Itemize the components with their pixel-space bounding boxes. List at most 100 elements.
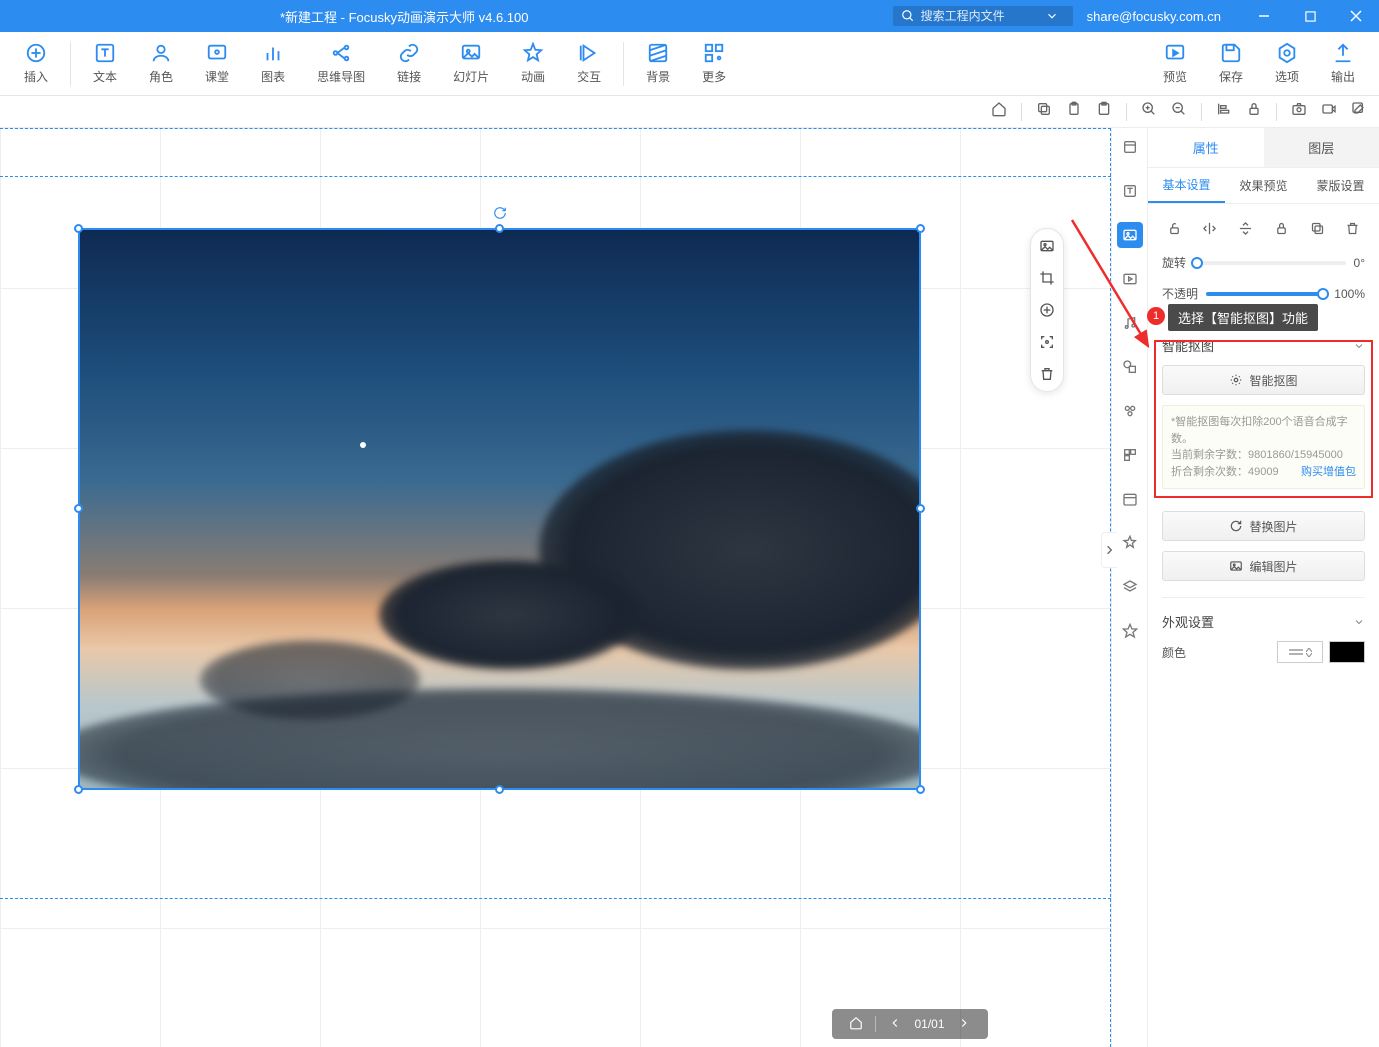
tb-class[interactable]: 课堂 [189, 42, 245, 85]
resize-handle[interactable] [495, 224, 504, 233]
rail-video-icon[interactable] [1117, 266, 1143, 292]
chevron-down-icon[interactable] [1353, 340, 1365, 352]
window-buttons [1241, 0, 1379, 32]
resize-handle[interactable] [74, 785, 83, 794]
expand-tab[interactable] [1101, 532, 1117, 568]
search-box[interactable] [893, 6, 1073, 26]
replace-image-button[interactable]: 替换图片 [1162, 511, 1365, 541]
copy-icon[interactable] [1036, 101, 1052, 122]
edit-image-button[interactable]: 编辑图片 [1162, 551, 1365, 581]
tb-text[interactable]: 文本 [77, 42, 133, 85]
account-email[interactable]: share@focusky.com.cn [1087, 9, 1221, 24]
zoom-in-icon[interactable] [1141, 101, 1157, 122]
rail-favorite-icon[interactable] [1117, 618, 1143, 644]
resize-handle[interactable] [74, 224, 83, 233]
separator [70, 42, 71, 86]
subtab-basic[interactable]: 基本设置 [1148, 168, 1225, 203]
canvas[interactable]: 01/01 [0, 128, 1111, 1047]
main-area: 01/01 属性 图层 基本设置 效果预览 蒙版设置 [0, 128, 1379, 1047]
quick-focus-icon[interactable] [1036, 331, 1058, 353]
rail-effect-icon[interactable] [1117, 530, 1143, 556]
tb-save[interactable]: 保存 [1203, 42, 1259, 85]
minimize-button[interactable] [1241, 0, 1287, 32]
pager-prev-icon[interactable] [888, 1016, 902, 1033]
rail-audio-icon[interactable] [1117, 310, 1143, 336]
quick-toolbar [1030, 228, 1064, 392]
flip-v-icon[interactable] [1234, 216, 1258, 240]
quick-delete-icon[interactable] [1036, 363, 1058, 385]
page-indicator: 01/01 [832, 1009, 988, 1039]
resize-handle[interactable] [916, 224, 925, 233]
smartcut-info: *智能抠图每次扣除200个语音合成字数。 当前剩余字数：9801860/1594… [1162, 405, 1365, 489]
record-icon[interactable] [1321, 101, 1337, 122]
tb-slide[interactable]: 幻灯片 [437, 42, 505, 85]
chevron-down-icon[interactable] [1353, 616, 1365, 628]
annotation-marker: 1 [1147, 307, 1165, 325]
appearance-title: 外观设置 [1162, 612, 1214, 631]
subtab-mask[interactable]: 蒙版设置 [1302, 168, 1379, 203]
rotate-handle[interactable] [493, 206, 507, 220]
tb-preview[interactable]: 预览 [1147, 42, 1203, 85]
paste-icon[interactable] [1096, 101, 1112, 122]
tb-background[interactable]: 背景 [630, 42, 686, 85]
clipboard-icon[interactable] [1066, 101, 1082, 122]
rotation-slider[interactable] [1194, 261, 1346, 265]
canvas-toolbar [0, 96, 1379, 128]
quick-crop-icon[interactable] [1036, 267, 1058, 289]
copy-prop-icon[interactable] [1305, 216, 1329, 240]
delete-prop-icon[interactable] [1341, 216, 1365, 240]
chevron-down-icon[interactable] [1045, 9, 1059, 23]
rail-component-icon[interactable] [1117, 442, 1143, 468]
color-swatch[interactable] [1329, 641, 1365, 663]
tb-insert[interactable]: 插入 [8, 42, 64, 85]
rail-template-icon[interactable] [1117, 134, 1143, 160]
zoom-out-icon[interactable] [1171, 101, 1187, 122]
close-button[interactable] [1333, 0, 1379, 32]
rail-layer-icon[interactable] [1117, 574, 1143, 600]
buy-link[interactable]: 购买增值包 [1301, 464, 1356, 481]
resize-handle[interactable] [916, 785, 925, 794]
quick-image-icon[interactable] [1036, 235, 1058, 257]
rail-group-icon[interactable] [1117, 398, 1143, 424]
tb-interact[interactable]: 交互 [561, 42, 617, 85]
stroke-style-select[interactable] [1277, 641, 1323, 663]
tb-export[interactable]: 输出 [1315, 42, 1371, 85]
tb-more[interactable]: 更多 [686, 42, 742, 85]
rail-text-icon[interactable] [1117, 178, 1143, 204]
align-icon[interactable] [1216, 101, 1232, 122]
tb-link[interactable]: 链接 [381, 42, 437, 85]
rail-date-icon[interactable] [1117, 486, 1143, 512]
resize-handle[interactable] [495, 785, 504, 794]
tab-layers[interactable]: 图层 [1264, 128, 1379, 167]
image-content [80, 230, 919, 788]
pager-home-icon[interactable] [849, 1016, 863, 1033]
lock-prop-icon[interactable] [1269, 216, 1293, 240]
rail-shape-icon[interactable] [1117, 354, 1143, 380]
resize-handle[interactable] [916, 504, 925, 513]
home-icon[interactable] [991, 101, 1007, 122]
pager-next-icon[interactable] [957, 1016, 971, 1033]
subtab-effect[interactable]: 效果预览 [1225, 168, 1302, 203]
main-toolbar: 插入 文本 角色 课堂 图表 思维导图 链接 幻灯片 动画 交互 背景 更多 预… [0, 32, 1379, 96]
color-label: 颜色 [1162, 644, 1186, 661]
camera-icon[interactable] [1291, 101, 1307, 122]
tb-role[interactable]: 角色 [133, 42, 189, 85]
quick-add-icon[interactable] [1036, 299, 1058, 321]
unlock-icon[interactable] [1162, 216, 1186, 240]
tb-chart[interactable]: 图表 [245, 42, 301, 85]
tb-animation[interactable]: 动画 [505, 42, 561, 85]
opacity-slider[interactable] [1206, 292, 1326, 296]
smartcut-title: 智能抠图 [1162, 336, 1214, 355]
flip-h-icon[interactable] [1198, 216, 1222, 240]
smartcut-button[interactable]: 智能抠图 [1162, 365, 1365, 395]
selected-image[interactable] [78, 228, 921, 790]
search-input[interactable] [921, 9, 1021, 23]
resize-handle[interactable] [74, 504, 83, 513]
tab-attributes[interactable]: 属性 [1148, 128, 1264, 167]
tb-mindmap[interactable]: 思维导图 [301, 42, 381, 85]
tb-options[interactable]: 选项 [1259, 42, 1315, 85]
rail-image-icon[interactable] [1117, 222, 1143, 248]
maximize-button[interactable] [1287, 0, 1333, 32]
edit-icon[interactable] [1351, 101, 1367, 122]
lock-icon[interactable] [1246, 101, 1262, 122]
